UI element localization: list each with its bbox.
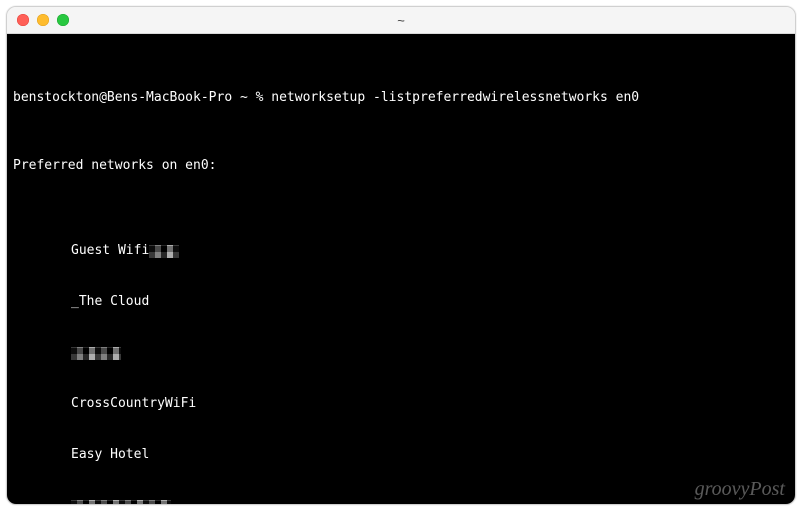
command-text: networksetup -listpreferredwirelessnetwo… <box>271 89 639 106</box>
network-name: Guest Wifi <box>71 242 149 259</box>
window-controls <box>17 14 69 26</box>
prompt: benstockton@Bens-MacBook-Pro ~ % <box>13 89 263 106</box>
window-title: ~ <box>7 13 795 28</box>
watermark: groovyPost <box>695 481 785 498</box>
list-item <box>13 497 789 504</box>
network-name: Easy Hotel <box>71 446 149 463</box>
list-item: CrossCountryWiFi <box>13 395 789 412</box>
censored-text <box>71 347 121 360</box>
close-icon[interactable] <box>17 14 29 26</box>
prompt-line: benstockton@Bens-MacBook-Pro ~ % network… <box>13 89 789 106</box>
censored-text <box>149 245 179 258</box>
terminal-window: ~ benstockton@Bens-MacBook-Pro ~ % netwo… <box>6 6 796 505</box>
minimize-icon[interactable] <box>37 14 49 26</box>
terminal-content[interactable]: benstockton@Bens-MacBook-Pro ~ % network… <box>7 34 795 504</box>
list-item: _The Cloud <box>13 293 789 310</box>
output-header: Preferred networks on en0: <box>13 157 789 174</box>
list-item: Guest Wifi <box>13 242 789 259</box>
zoom-icon[interactable] <box>57 14 69 26</box>
network-name: _The Cloud <box>71 293 149 310</box>
censored-text <box>71 500 171 504</box>
list-item <box>13 344 789 361</box>
list-item: Easy Hotel <box>13 446 789 463</box>
titlebar: ~ <box>7 7 795 34</box>
network-name: CrossCountryWiFi <box>71 395 196 412</box>
